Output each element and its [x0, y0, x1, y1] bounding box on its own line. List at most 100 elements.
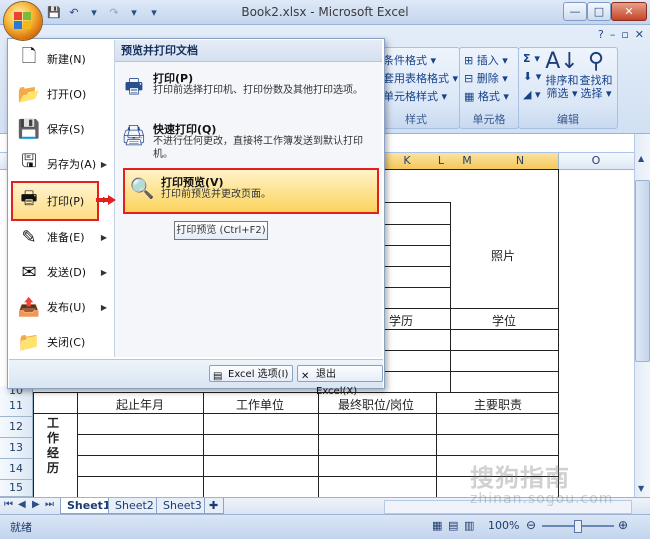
submenu-print-preview-desc: 打印前预览并更改页面。: [161, 189, 271, 200]
menu-item-save[interactable]: 💾 保存(S): [13, 112, 111, 146]
menu-item-send[interactable]: ✉ 发送(D) ▶: [13, 255, 111, 289]
insert-sheet-icon[interactable]: ✚: [204, 498, 224, 514]
column-header-n[interactable]: N: [482, 153, 559, 169]
print-preview-tooltip: 打印预览 (Ctrl+F2): [174, 221, 268, 240]
table-border: [383, 308, 558, 309]
view-page-break-icon[interactable]: ▥: [464, 519, 474, 532]
cell-employer[interactable]: 工作单位: [236, 396, 284, 413]
ribbon-minimize-icon[interactable]: –: [610, 28, 616, 41]
column-header-l[interactable]: L: [430, 153, 453, 169]
ribbon-close-icon[interactable]: ✕: [635, 28, 644, 41]
cell-styles-button[interactable]: 单元格样式 ▾: [383, 88, 447, 104]
prev-sheet-icon[interactable]: ◀: [18, 499, 26, 510]
column-header-o[interactable]: O: [558, 153, 635, 169]
column-header-k[interactable]: K: [384, 153, 431, 169]
menu-item-open[interactable]: 📂 打开(O): [13, 77, 111, 111]
table-border: [383, 169, 558, 170]
table-border: [77, 392, 78, 497]
clear-icon[interactable]: ◢ ▾: [523, 88, 540, 101]
menu-item-close[interactable]: 📁 关闭(C): [13, 325, 111, 359]
cell-education[interactable]: 学历: [389, 312, 413, 329]
submenu-arrow-icon: ▶: [100, 302, 107, 312]
status-bar: 就绪 ▦ ▤ ▥ 100% ⊖ ⊕: [0, 514, 650, 539]
office-menu-footer: ▤ Excel 选项(I) ✕ 退出 Excel(X): [9, 359, 383, 397]
cell-period[interactable]: 起止年月: [116, 396, 164, 413]
maximize-button[interactable]: □: [587, 2, 611, 21]
format-as-table-button[interactable]: 套用表格格式 ▾: [383, 70, 458, 86]
styles-group: 条件格式 ▾ 套用表格格式 ▾ 单元格样式 ▾ 样式: [372, 47, 460, 129]
view-page-layout-icon[interactable]: ▤: [448, 519, 458, 532]
row-header-11[interactable]: 11: [0, 396, 33, 417]
menu-item-prepare[interactable]: ✎ 准备(E) ▶: [13, 220, 111, 254]
menu-item-label: 打印(P): [47, 195, 85, 208]
menu-item-label: 关闭(C): [47, 336, 86, 349]
menu-item-label: 发送(D): [47, 266, 87, 279]
menu-item-save-as[interactable]: 🖫 另存为(A) ▶: [13, 147, 111, 181]
minimize-button[interactable]: —: [563, 2, 587, 21]
find-label-1: 查找和: [579, 74, 613, 87]
excel-options-label: Excel 选项(I): [228, 369, 289, 380]
table-border: [383, 202, 450, 203]
cell-photo[interactable]: 照片: [491, 247, 515, 264]
ribbon-restore-icon[interactable]: ▫: [621, 28, 628, 41]
editing-group-label: 编辑: [557, 113, 579, 126]
menu-item-publish[interactable]: 📤 发布(U) ▶: [13, 290, 111, 324]
cell-degree[interactable]: 学位: [492, 312, 516, 329]
close-button[interactable]: ✕: [611, 2, 647, 21]
table-border: [436, 392, 437, 497]
sheet-tab-2[interactable]: Sheet2: [108, 498, 161, 514]
exit-excel-button[interactable]: ✕ 退出 Excel(X): [297, 365, 383, 397]
row-header-15[interactable]: 15: [0, 480, 33, 497]
watermark-en: zhinan.sogou.com: [470, 491, 614, 507]
exit-icon: ✕: [301, 371, 310, 382]
autosum-button[interactable]: Σ ▾: [523, 52, 540, 65]
cell-work-experience[interactable]: 工作经历: [47, 416, 63, 476]
scroll-up-icon[interactable]: ▲: [638, 154, 644, 163]
cells-group-label: 单元格: [472, 113, 506, 126]
send-icon: ✉: [21, 261, 37, 283]
row-header-14[interactable]: 14: [0, 459, 33, 480]
zoom-in-icon[interactable]: ⊕: [618, 518, 628, 532]
delete-label: 删除 ▾: [476, 72, 508, 85]
prepare-icon: ✎: [21, 226, 37, 248]
table-border: [203, 392, 204, 497]
column-header-m[interactable]: M: [452, 153, 483, 169]
table-border: [33, 392, 558, 393]
zoom-out-icon[interactable]: ⊖: [526, 518, 536, 532]
next-sheet-icon[interactable]: ▶: [32, 499, 40, 510]
menu-item-print[interactable]: 🖶 打印(P): [11, 181, 99, 221]
submenu-print[interactable]: 🖶 打印(P) 打印前选择打印机、打印份数及其他打印选项。: [117, 66, 379, 110]
cell-main-duties[interactable]: 主要职责: [474, 396, 522, 413]
publish-icon: 📤: [17, 296, 41, 318]
options-icon: ▤: [213, 371, 223, 382]
find-label-2: 选择 ▾: [580, 87, 612, 100]
office-button[interactable]: [4, 2, 42, 40]
delete-icon: ⊟: [464, 72, 474, 85]
row-header-12[interactable]: 12: [0, 417, 33, 438]
format-cells-button[interactable]: ▦ 格式 ▾: [464, 88, 509, 104]
help-icon[interactable]: ?: [598, 28, 604, 41]
sheet-tab-3[interactable]: Sheet3: [156, 498, 209, 514]
insert-cells-button[interactable]: ⊞ 插入 ▾: [464, 52, 508, 68]
row-header-13[interactable]: 13: [0, 438, 33, 459]
view-normal-icon[interactable]: ▦: [432, 519, 442, 532]
table-border: [383, 329, 558, 330]
submenu-quick-print[interactable]: 🖨 快速打印(Q) 不进行任何更改，直接将工作簿发送到默认打印机。: [117, 117, 379, 161]
format-icon: ▦: [464, 90, 475, 103]
conditional-format-button[interactable]: 条件格式 ▾: [383, 52, 436, 68]
delete-cells-button[interactable]: ⊟ 删除 ▾: [464, 70, 508, 86]
find-select-button[interactable]: ⚲ 查找和 选择 ▾: [579, 50, 613, 101]
window-title: Book2.xlsx - Microsoft Excel: [241, 5, 409, 19]
menu-item-new[interactable]: 🗋 新建(N): [13, 42, 111, 76]
vertical-scroll-thumb[interactable]: [635, 180, 650, 362]
last-sheet-icon[interactable]: ⏭: [45, 499, 54, 510]
fill-icon[interactable]: ⬇ ▾: [523, 70, 541, 83]
excel-options-button[interactable]: ▤ Excel 选项(I): [209, 365, 294, 382]
save-disk-icon: 💾: [17, 118, 41, 140]
zoom-slider-thumb[interactable]: [574, 520, 582, 533]
save-as-icon: 🖫: [21, 151, 37, 172]
first-sheet-icon[interactable]: ⏮: [4, 499, 13, 510]
submenu-print-preview[interactable]: 🔍 打印预览(V) 打印前预览并更改页面。: [123, 168, 379, 214]
zoom-level[interactable]: 100%: [488, 519, 519, 532]
sort-filter-button[interactable]: A↓ 排序和 筛选 ▾: [545, 50, 579, 101]
